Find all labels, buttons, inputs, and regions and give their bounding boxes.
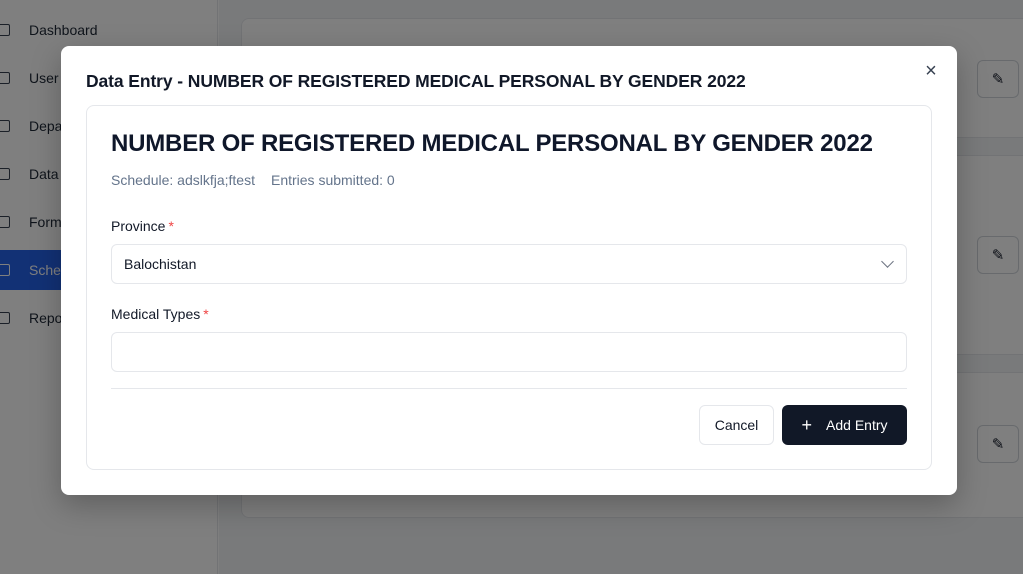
schedule-info: Schedule: adslkfja;ftest bbox=[111, 172, 255, 188]
entry-form-card: NUMBER OF REGISTERED MEDICAL PERSONAL BY… bbox=[86, 105, 932, 470]
plus-icon: + bbox=[801, 415, 813, 435]
medical-types-label: Medical Types * bbox=[111, 306, 209, 322]
close-button[interactable]: × bbox=[921, 59, 941, 82]
divider bbox=[111, 388, 907, 389]
required-mark: * bbox=[203, 306, 209, 322]
close-icon: × bbox=[925, 59, 937, 82]
province-select-value: Balochistan bbox=[124, 256, 197, 272]
medical-types-label-text: Medical Types bbox=[111, 306, 201, 322]
province-label-text: Province bbox=[111, 218, 166, 234]
form-meta: Schedule: adslkfja;ftest Entries submitt… bbox=[111, 172, 395, 188]
add-entry-label: Add Entry bbox=[826, 417, 888, 433]
province-label: Province * bbox=[111, 218, 174, 234]
cancel-button[interactable]: Cancel bbox=[699, 405, 774, 445]
data-entry-dialog: Data Entry - NUMBER OF REGISTERED MEDICA… bbox=[61, 46, 957, 495]
entries-count: Entries submitted: 0 bbox=[270, 172, 395, 188]
dialog-title: Data Entry - NUMBER OF REGISTERED MEDICA… bbox=[86, 71, 746, 91]
chevron-down-icon bbox=[881, 255, 894, 268]
required-mark: * bbox=[168, 218, 174, 234]
province-select[interactable]: Balochistan bbox=[111, 244, 907, 284]
form-title: NUMBER OF REGISTERED MEDICAL PERSONAL BY… bbox=[111, 130, 873, 157]
medical-types-input[interactable] bbox=[111, 332, 907, 372]
add-entry-button[interactable]: + Add Entry bbox=[782, 405, 907, 445]
cancel-label: Cancel bbox=[714, 417, 759, 433]
